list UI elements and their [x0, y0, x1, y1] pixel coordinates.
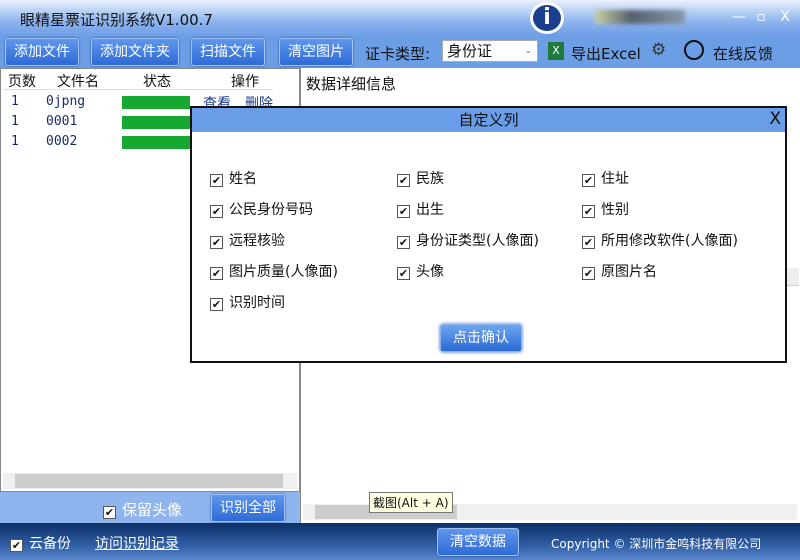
clear-images-button[interactable]: 清空图片 — [279, 38, 353, 66]
maximize-button[interactable]: ▫ — [750, 6, 772, 28]
cloud-backup-label: 云备份 — [29, 536, 71, 552]
title-bar: 眼精星票证识别系统V1.00.7 i — ▫ X — [0, 0, 800, 36]
checkbox-icon: ✔ — [582, 174, 595, 187]
excel-icon: X — [548, 42, 564, 60]
visit-records-link[interactable]: 访问识别记录 — [95, 533, 179, 553]
checkbox-icon: ✔ — [210, 298, 223, 311]
checkbox-icon: ✔ — [103, 506, 116, 519]
column-option-checkbox[interactable]: ✔ 姓名 — [210, 168, 257, 188]
tooltip: 截图(Alt + A) — [369, 492, 453, 513]
checkbox-icon: ✔ — [582, 236, 595, 249]
file-list-header: 页数 文件名 状态 操作 — [3, 69, 273, 90]
column-option-label: 出生 — [416, 202, 444, 218]
column-option-checkbox[interactable]: ✔ 住址 — [582, 168, 629, 188]
page-cell: 1 — [11, 94, 19, 109]
cloud-backup-checkbox[interactable]: ✔ 云备份 — [10, 533, 71, 553]
column-option-checkbox[interactable]: ✔ 出生 — [397, 199, 444, 219]
checkbox-icon: ✔ — [210, 236, 223, 249]
toolbar: 添加文件 添加文件夹 扫描文件 清空图片 证卡类型: X 导出Excel ⚙ 在… — [0, 36, 800, 68]
checkbox-icon: ✔ — [210, 205, 223, 218]
column-option-label: 公民身份号码 — [229, 202, 313, 218]
column-option-label: 所用修改软件(人像面) — [601, 233, 738, 249]
column-option-label: 姓名 — [229, 171, 257, 187]
checkbox-icon: ✔ — [582, 267, 595, 280]
custom-columns-dialog: 自定义列 X ✔ 姓名 ✔ 民族 ✔ 住址 ✔ 公民身份号码 ✔ 出生 ✔ 性别 ✔ 远程核验 ✔ 身份证类型… — [190, 106, 787, 363]
checkbox-icon: ✔ — [397, 205, 410, 218]
left-footer: ✔ 保留头像 识别全部 — [0, 492, 300, 523]
card-type-value: 身份证 — [447, 42, 493, 60]
progress-bar — [122, 116, 190, 129]
column-option-checkbox[interactable]: ✔ 所用修改软件(人像面) — [582, 230, 738, 250]
copyright: Copyright © 深圳市金鸣科技有限公司 — [551, 537, 762, 551]
checkbox-icon: ✔ — [397, 174, 410, 187]
detail-title: 数据详细信息 — [306, 75, 397, 93]
checkbox-icon: ✔ — [10, 539, 23, 552]
column-option-checkbox[interactable]: ✔ 公民身份号码 — [210, 199, 313, 219]
column-option-label: 原图片名 — [601, 264, 657, 280]
progress-bar — [122, 136, 190, 149]
column-option-label: 图片质量(人像面) — [229, 264, 338, 280]
chevron-down-icon: ⌄ — [524, 46, 532, 56]
status-bar: ✔ 云备份 访问识别记录 清空数据 Copyright © 深圳市金鸣科技有限公司 — [0, 523, 800, 560]
column-filename: 文件名 — [57, 74, 99, 90]
clear-data-button[interactable]: 清空数据 — [437, 528, 519, 556]
column-option-label: 识别时间 — [229, 295, 285, 311]
dialog-title: 自定义列 — [192, 108, 785, 132]
card-type-select[interactable]: 身份证 ⌄ — [442, 40, 538, 62]
add-file-button[interactable]: 添加文件 — [5, 38, 79, 66]
horizontal-scrollbar[interactable] — [3, 473, 297, 489]
card-type-label: 证卡类型: — [365, 45, 431, 63]
keep-avatar-label: 保留头像 — [122, 501, 183, 519]
column-option-checkbox[interactable]: ✔ 头像 — [397, 261, 444, 281]
online-feedback-button[interactable]: 在线反馈 — [713, 43, 773, 64]
checkbox-icon: ✔ — [210, 174, 223, 187]
gear-icon[interactable]: ⚙ — [651, 40, 666, 60]
user-info-blurred — [595, 10, 685, 24]
recognize-all-button[interactable]: 识别全部 — [211, 494, 285, 522]
checkbox-icon: ✔ — [397, 236, 410, 249]
window-title: 眼精星票证识别系统V1.00.7 — [20, 11, 213, 29]
progress-bar — [122, 96, 190, 109]
column-actions: 操作 — [231, 74, 259, 90]
column-option-label: 民族 — [416, 171, 444, 187]
column-option-label: 身份证类型(人像面) — [416, 233, 539, 249]
column-page: 页数 — [8, 74, 36, 90]
column-option-label: 住址 — [601, 171, 629, 187]
filename-cell: 0jpng — [46, 94, 86, 109]
page-cell: 1 — [11, 114, 19, 129]
confirm-button[interactable]: 点击确认 — [440, 324, 522, 352]
page-cell: 1 — [11, 134, 19, 149]
logo-icon: i — [530, 2, 564, 34]
close-button[interactable]: X — [774, 6, 796, 28]
column-option-checkbox[interactable]: ✔ 身份证类型(人像面) — [397, 230, 539, 250]
add-folder-button[interactable]: 添加文件夹 — [91, 38, 179, 66]
export-excel-button[interactable]: 导出Excel — [571, 43, 641, 64]
column-option-checkbox[interactable]: ✔ 识别时间 — [210, 292, 285, 312]
column-option-label: 远程核验 — [229, 233, 285, 249]
filename-cell: 0001 — [46, 114, 78, 129]
filename-cell: 0002 — [46, 134, 78, 149]
keep-avatar-checkbox[interactable]: ✔ 保留头像 — [103, 499, 182, 520]
column-option-checkbox[interactable]: ✔ 性别 — [582, 199, 629, 219]
column-option-checkbox[interactable]: ✔ 远程核验 — [210, 230, 285, 250]
checkbox-icon: ✔ — [397, 267, 410, 280]
dialog-close-button[interactable]: X — [769, 109, 781, 129]
chat-bubble-icon — [684, 40, 704, 60]
column-option-checkbox[interactable]: ✔ 图片质量(人像面) — [210, 261, 338, 281]
column-option-checkbox[interactable]: ✔ 原图片名 — [582, 261, 657, 281]
column-option-label: 性别 — [601, 202, 629, 218]
column-option-label: 头像 — [416, 264, 444, 280]
checkbox-icon: ✔ — [210, 267, 223, 280]
scan-file-button[interactable]: 扫描文件 — [191, 38, 265, 66]
minimize-button[interactable]: — — [728, 6, 750, 28]
column-option-checkbox[interactable]: ✔ 民族 — [397, 168, 444, 188]
checkbox-icon: ✔ — [582, 205, 595, 218]
column-status: 状态 — [143, 74, 171, 90]
